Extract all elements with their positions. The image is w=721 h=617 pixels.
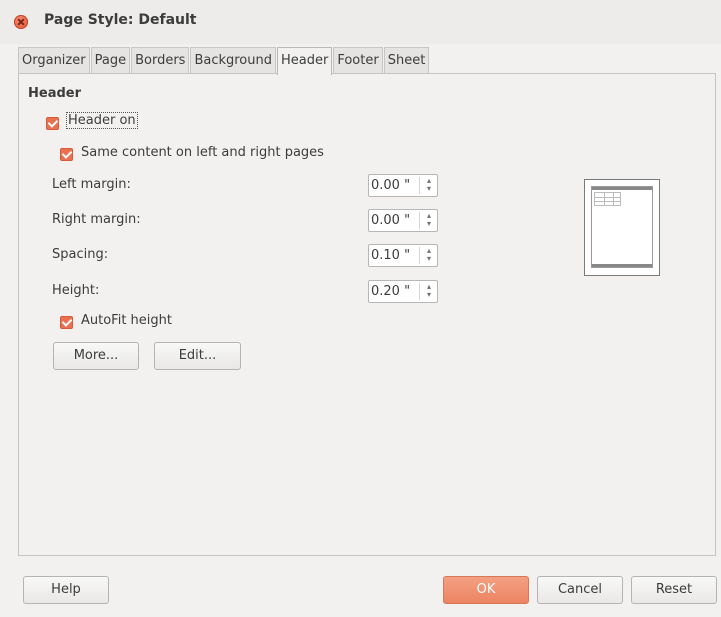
same-content-checkbox[interactable] — [60, 148, 73, 161]
spacing-stepper[interactable]: 0.10 " ▴ ▾ — [368, 244, 438, 267]
page-preview — [584, 179, 660, 276]
up-down-arrows-icon[interactable]: ▴ ▾ — [424, 247, 434, 264]
stepper-divider — [419, 177, 420, 194]
tab-bar: Organizer Page Borders Background Header… — [18, 47, 430, 75]
right-margin-label: Right margin: — [52, 212, 141, 227]
left-margin-label: Left margin: — [52, 177, 131, 192]
preview-footer-bar — [592, 264, 652, 267]
header-on-checkbox[interactable] — [46, 117, 59, 130]
autofit-height-label[interactable]: AutoFit height — [81, 313, 172, 328]
close-icon[interactable] — [14, 15, 28, 29]
height-value[interactable]: 0.20 " — [371, 284, 410, 299]
edit-button[interactable]: Edit... — [154, 342, 241, 370]
up-down-arrows-icon[interactable]: ▴ ▾ — [424, 283, 434, 300]
right-margin-stepper[interactable]: 0.00 " ▴ ▾ — [368, 209, 438, 232]
up-down-arrows-icon[interactable]: ▴ ▾ — [424, 177, 434, 194]
stepper-divider — [419, 212, 420, 229]
tab-sheet[interactable]: Sheet — [383, 47, 430, 73]
left-margin-stepper[interactable]: 0.00 " ▴ ▾ — [368, 174, 438, 197]
same-content-label[interactable]: Same content on left and right pages — [81, 145, 324, 160]
preview-header-bar — [592, 187, 652, 190]
stepper-divider — [419, 283, 420, 300]
tab-background[interactable]: Background — [190, 47, 276, 73]
ok-button[interactable]: OK — [443, 576, 529, 604]
right-margin-value[interactable]: 0.00 " — [371, 213, 410, 228]
spacing-value[interactable]: 0.10 " — [371, 248, 410, 263]
tab-footer[interactable]: Footer — [333, 47, 383, 73]
more-button[interactable]: More... — [53, 342, 139, 370]
tab-page[interactable]: Page — [90, 47, 131, 73]
window-title: Page Style: Default — [44, 12, 197, 28]
reset-button[interactable]: Reset — [631, 576, 717, 604]
preview-page — [591, 186, 653, 268]
autofit-height-checkbox[interactable] — [60, 316, 73, 329]
tab-borders[interactable]: Borders — [131, 47, 190, 73]
height-label: Height: — [52, 283, 100, 298]
left-margin-value[interactable]: 0.00 " — [371, 178, 410, 193]
tab-header[interactable]: Header — [277, 47, 333, 75]
spacing-label: Spacing: — [52, 247, 109, 262]
tab-organizer[interactable]: Organizer — [18, 47, 90, 73]
preview-table-icon — [594, 192, 621, 206]
up-down-arrows-icon[interactable]: ▴ ▾ — [424, 212, 434, 229]
title-bar: Page Style: Default — [0, 0, 721, 44]
stepper-divider — [419, 247, 420, 264]
help-button[interactable]: Help — [23, 576, 109, 604]
cancel-button[interactable]: Cancel — [537, 576, 623, 604]
header-on-label[interactable]: Header on — [66, 112, 138, 129]
section-title: Header — [28, 86, 82, 101]
height-stepper[interactable]: 0.20 " ▴ ▾ — [368, 280, 438, 303]
